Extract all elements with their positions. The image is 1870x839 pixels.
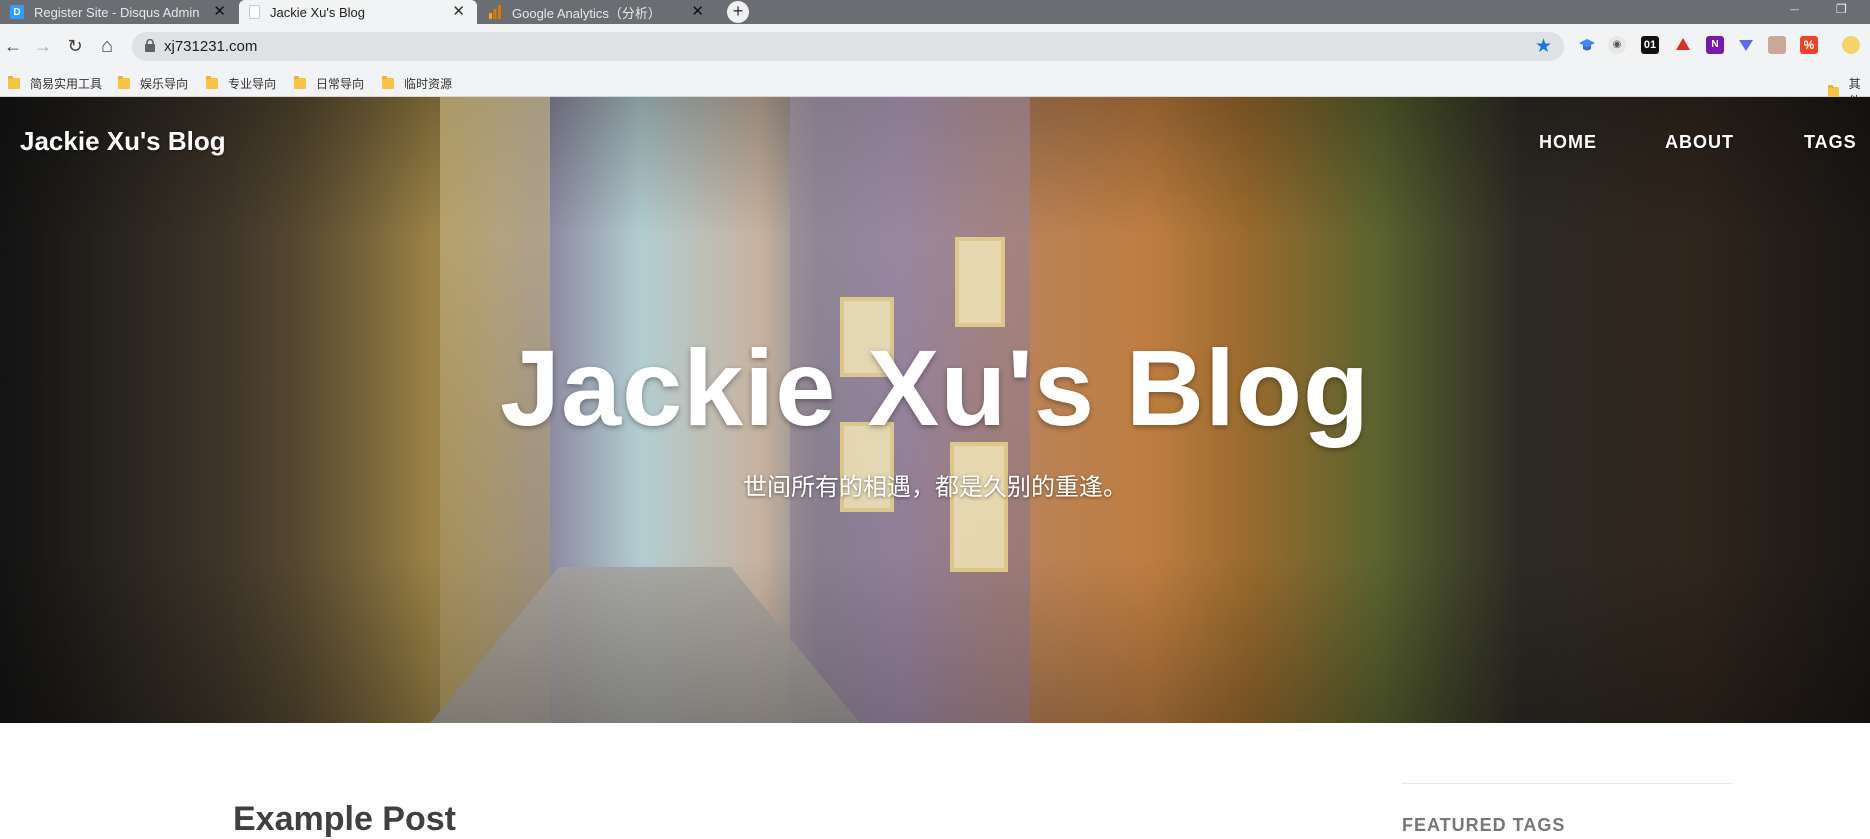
nav-about[interactable]: ABOUT — [1665, 132, 1734, 153]
sidebar-divider — [1402, 783, 1732, 784]
nav-home[interactable]: HOME — [1539, 132, 1597, 153]
minimize-icon[interactable]: — — [1790, 0, 1802, 22]
avatar-icon[interactable] — [1842, 36, 1860, 54]
restore-icon[interactable]: ❐ — [1836, 0, 1850, 22]
browser-toolbar: ← → ↻ ⌂ xj731231.com ★ ◉ 01 N % — [0, 24, 1870, 67]
01-icon[interactable]: 01 — [1641, 36, 1659, 54]
scholar-icon[interactable] — [1578, 36, 1596, 54]
hero-background-window — [950, 442, 1008, 572]
hero-background-window — [955, 237, 1005, 327]
bookmark-label: 专业导向 — [228, 77, 277, 91]
tab-disqus[interactable]: D Register Site - Disqus Admin ✕ — [0, 0, 238, 24]
analytics-icon — [488, 5, 502, 19]
url-text: xj731231.com — [164, 38, 258, 55]
address-bar[interactable]: xj731231.com ★ — [132, 32, 1564, 61]
bookmark-label: 日常导向 — [316, 77, 365, 91]
tab-jackie-blog[interactable]: Jackie Xu's Blog ✕ — [239, 0, 477, 24]
hero-title: Jackie Xu's Blog — [499, 327, 1371, 448]
tab-title: Jackie Xu's Blog — [270, 4, 365, 20]
bookmark-folder[interactable]: 临时资源 — [382, 75, 452, 92]
mail-icon[interactable] — [1737, 36, 1755, 54]
bookmark-folder[interactable]: 简易实用工具 — [8, 75, 102, 92]
bookmark-folder[interactable]: 娱乐导向 — [118, 75, 188, 92]
site-brand[interactable]: Jackie Xu's Blog — [20, 126, 226, 157]
close-icon[interactable]: ✕ — [213, 3, 226, 21]
page-icon — [249, 5, 260, 19]
main-content: Example Post FEATURED TAGS — [0, 723, 1870, 838]
tab-strip: D Register Site - Disqus Admin ✕ Jackie … — [0, 0, 1870, 24]
forward-icon[interactable]: → — [32, 35, 54, 57]
percent-icon[interactable]: % — [1800, 36, 1818, 54]
bookmark-label: 简易实用工具 — [30, 77, 103, 91]
bookmark-star-icon[interactable]: ★ — [1535, 35, 1552, 58]
hero-subtitle: 世间所有的相遇，都是久别的重逢。 — [743, 474, 1127, 501]
close-icon[interactable]: ✕ — [691, 3, 704, 21]
folder-icon — [294, 76, 306, 89]
folder-icon — [206, 76, 218, 89]
bookmark-label: 临时资源 — [404, 77, 453, 91]
folder-icon — [118, 76, 130, 89]
folder-icon — [8, 76, 20, 89]
nav-tags[interactable]: TAGS — [1804, 132, 1857, 153]
bookmark-label: 娱乐导向 — [140, 77, 189, 91]
tab-title: Register Site - Disqus Admin — [34, 4, 200, 20]
back-icon[interactable]: ← — [2, 35, 24, 57]
vpn-icon[interactable]: ◉ — [1608, 36, 1626, 54]
post-title[interactable]: Example Post — [233, 800, 456, 839]
folder-icon — [1828, 84, 1839, 98]
bookmark-folder[interactable]: 专业导向 — [206, 75, 276, 92]
tab-google-analytics[interactable]: Google Analytics（分析） ✕ — [478, 0, 716, 24]
reload-icon[interactable]: ↻ — [64, 35, 86, 57]
pdf-icon[interactable] — [1768, 36, 1786, 54]
folder-icon — [382, 76, 394, 89]
home-icon[interactable]: ⌂ — [96, 35, 118, 57]
disqus-icon: D — [10, 5, 24, 19]
lock-icon — [145, 39, 155, 52]
new-tab-button[interactable]: + — [727, 1, 749, 23]
bookmarks-bar: 简易实用工具 娱乐导向 专业导向 日常导向 临时资源 其他 — [0, 67, 1870, 108]
adblock-icon[interactable] — [1674, 36, 1692, 54]
sidebar-heading: FEATURED TAGS — [1402, 815, 1566, 835]
tab-title: Google Analytics（分析） — [512, 5, 661, 21]
bookmark-folder[interactable]: 日常导向 — [294, 75, 364, 92]
onenote-icon[interactable]: N — [1706, 36, 1724, 54]
close-icon[interactable]: ✕ — [452, 3, 465, 21]
